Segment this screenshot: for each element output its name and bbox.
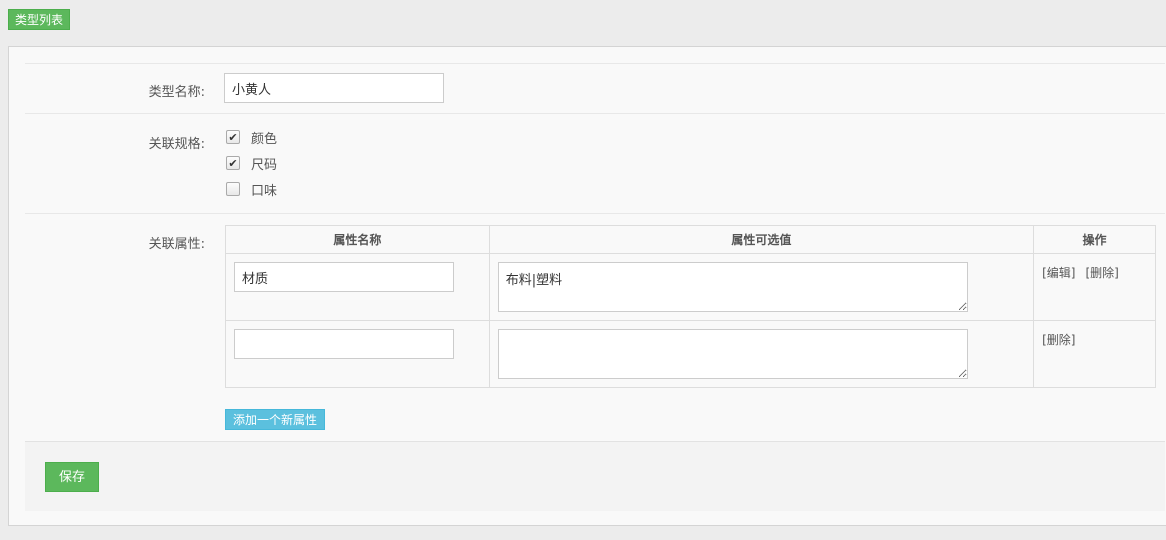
column-header-ops: 操作 <box>1033 225 1156 254</box>
spec-checkbox-size[interactable]: ✔ <box>226 156 240 170</box>
check-icon: ✔ <box>228 130 238 144</box>
add-attribute-button[interactable]: 添加一个新属性 <box>225 409 326 430</box>
attr-name-input[interactable] <box>234 262 454 292</box>
attr-name-input[interactable] <box>234 329 454 359</box>
check-icon: ✔ <box>228 156 238 170</box>
attr-ops-cell: [删除] <box>1033 320 1156 388</box>
row-divider <box>25 63 1165 64</box>
type-list-button[interactable]: 类型列表 <box>8 9 71 30</box>
spec-option-label: 口味 <box>251 183 278 199</box>
attr-values-cell: 布料|塑料 <box>488 253 1035 321</box>
edit-link[interactable]: [编辑] <box>1042 266 1075 280</box>
delete-link[interactable]: [删除] <box>1042 333 1075 347</box>
spec-option-label: 尺码 <box>251 157 278 173</box>
attr-values-textarea[interactable]: 布料|塑料 <box>497 262 968 312</box>
table-header-row: 属性名称 属性可选值 操作 <box>225 225 1156 254</box>
attr-name-cell <box>225 253 490 321</box>
specs-label: 关联规格: <box>148 137 205 152</box>
type-name-label: 类型名称: <box>148 85 205 100</box>
attr-values-textarea[interactable] <box>497 329 968 379</box>
type-edit-panel: 类型名称: 关联规格: ✔ 颜色 ✔ 尺码 口味 关联属性: 属性名称 属性可选… <box>8 46 1166 526</box>
row-divider <box>25 113 1165 114</box>
column-header-values: 属性可选值 <box>488 225 1035 254</box>
spec-option-flavor[interactable]: 口味 <box>226 180 278 199</box>
spec-option-size[interactable]: ✔ 尺码 <box>226 154 278 173</box>
save-button[interactable]: 保存 <box>45 462 99 492</box>
spec-option-color[interactable]: ✔ 颜色 <box>226 128 278 147</box>
row-actions: [删除] <box>1042 331 1085 348</box>
table-row: 布料|塑料 [编辑] [删除] <box>225 253 1156 321</box>
attr-ops-cell: [编辑] [删除] <box>1033 253 1156 321</box>
attr-name-cell <box>225 320 490 388</box>
spec-checkbox-flavor[interactable] <box>226 182 240 196</box>
spec-option-label: 颜色 <box>251 131 278 147</box>
column-header-name: 属性名称 <box>225 225 490 254</box>
type-name-input[interactable] <box>224 73 444 103</box>
row-divider <box>25 213 1165 214</box>
row-actions: [编辑] [删除] <box>1042 264 1129 281</box>
attributes-table: 属性名称 属性可选值 操作 布料|塑料 [编辑] [删除] <box>225 225 1156 388</box>
form-footer: 保存 <box>25 441 1165 511</box>
table-row: [删除] <box>225 320 1156 388</box>
attributes-label: 关联属性: <box>148 237 205 252</box>
delete-link[interactable]: [删除] <box>1085 266 1118 280</box>
spec-checkbox-color[interactable]: ✔ <box>226 130 240 144</box>
attr-values-cell <box>488 320 1035 388</box>
